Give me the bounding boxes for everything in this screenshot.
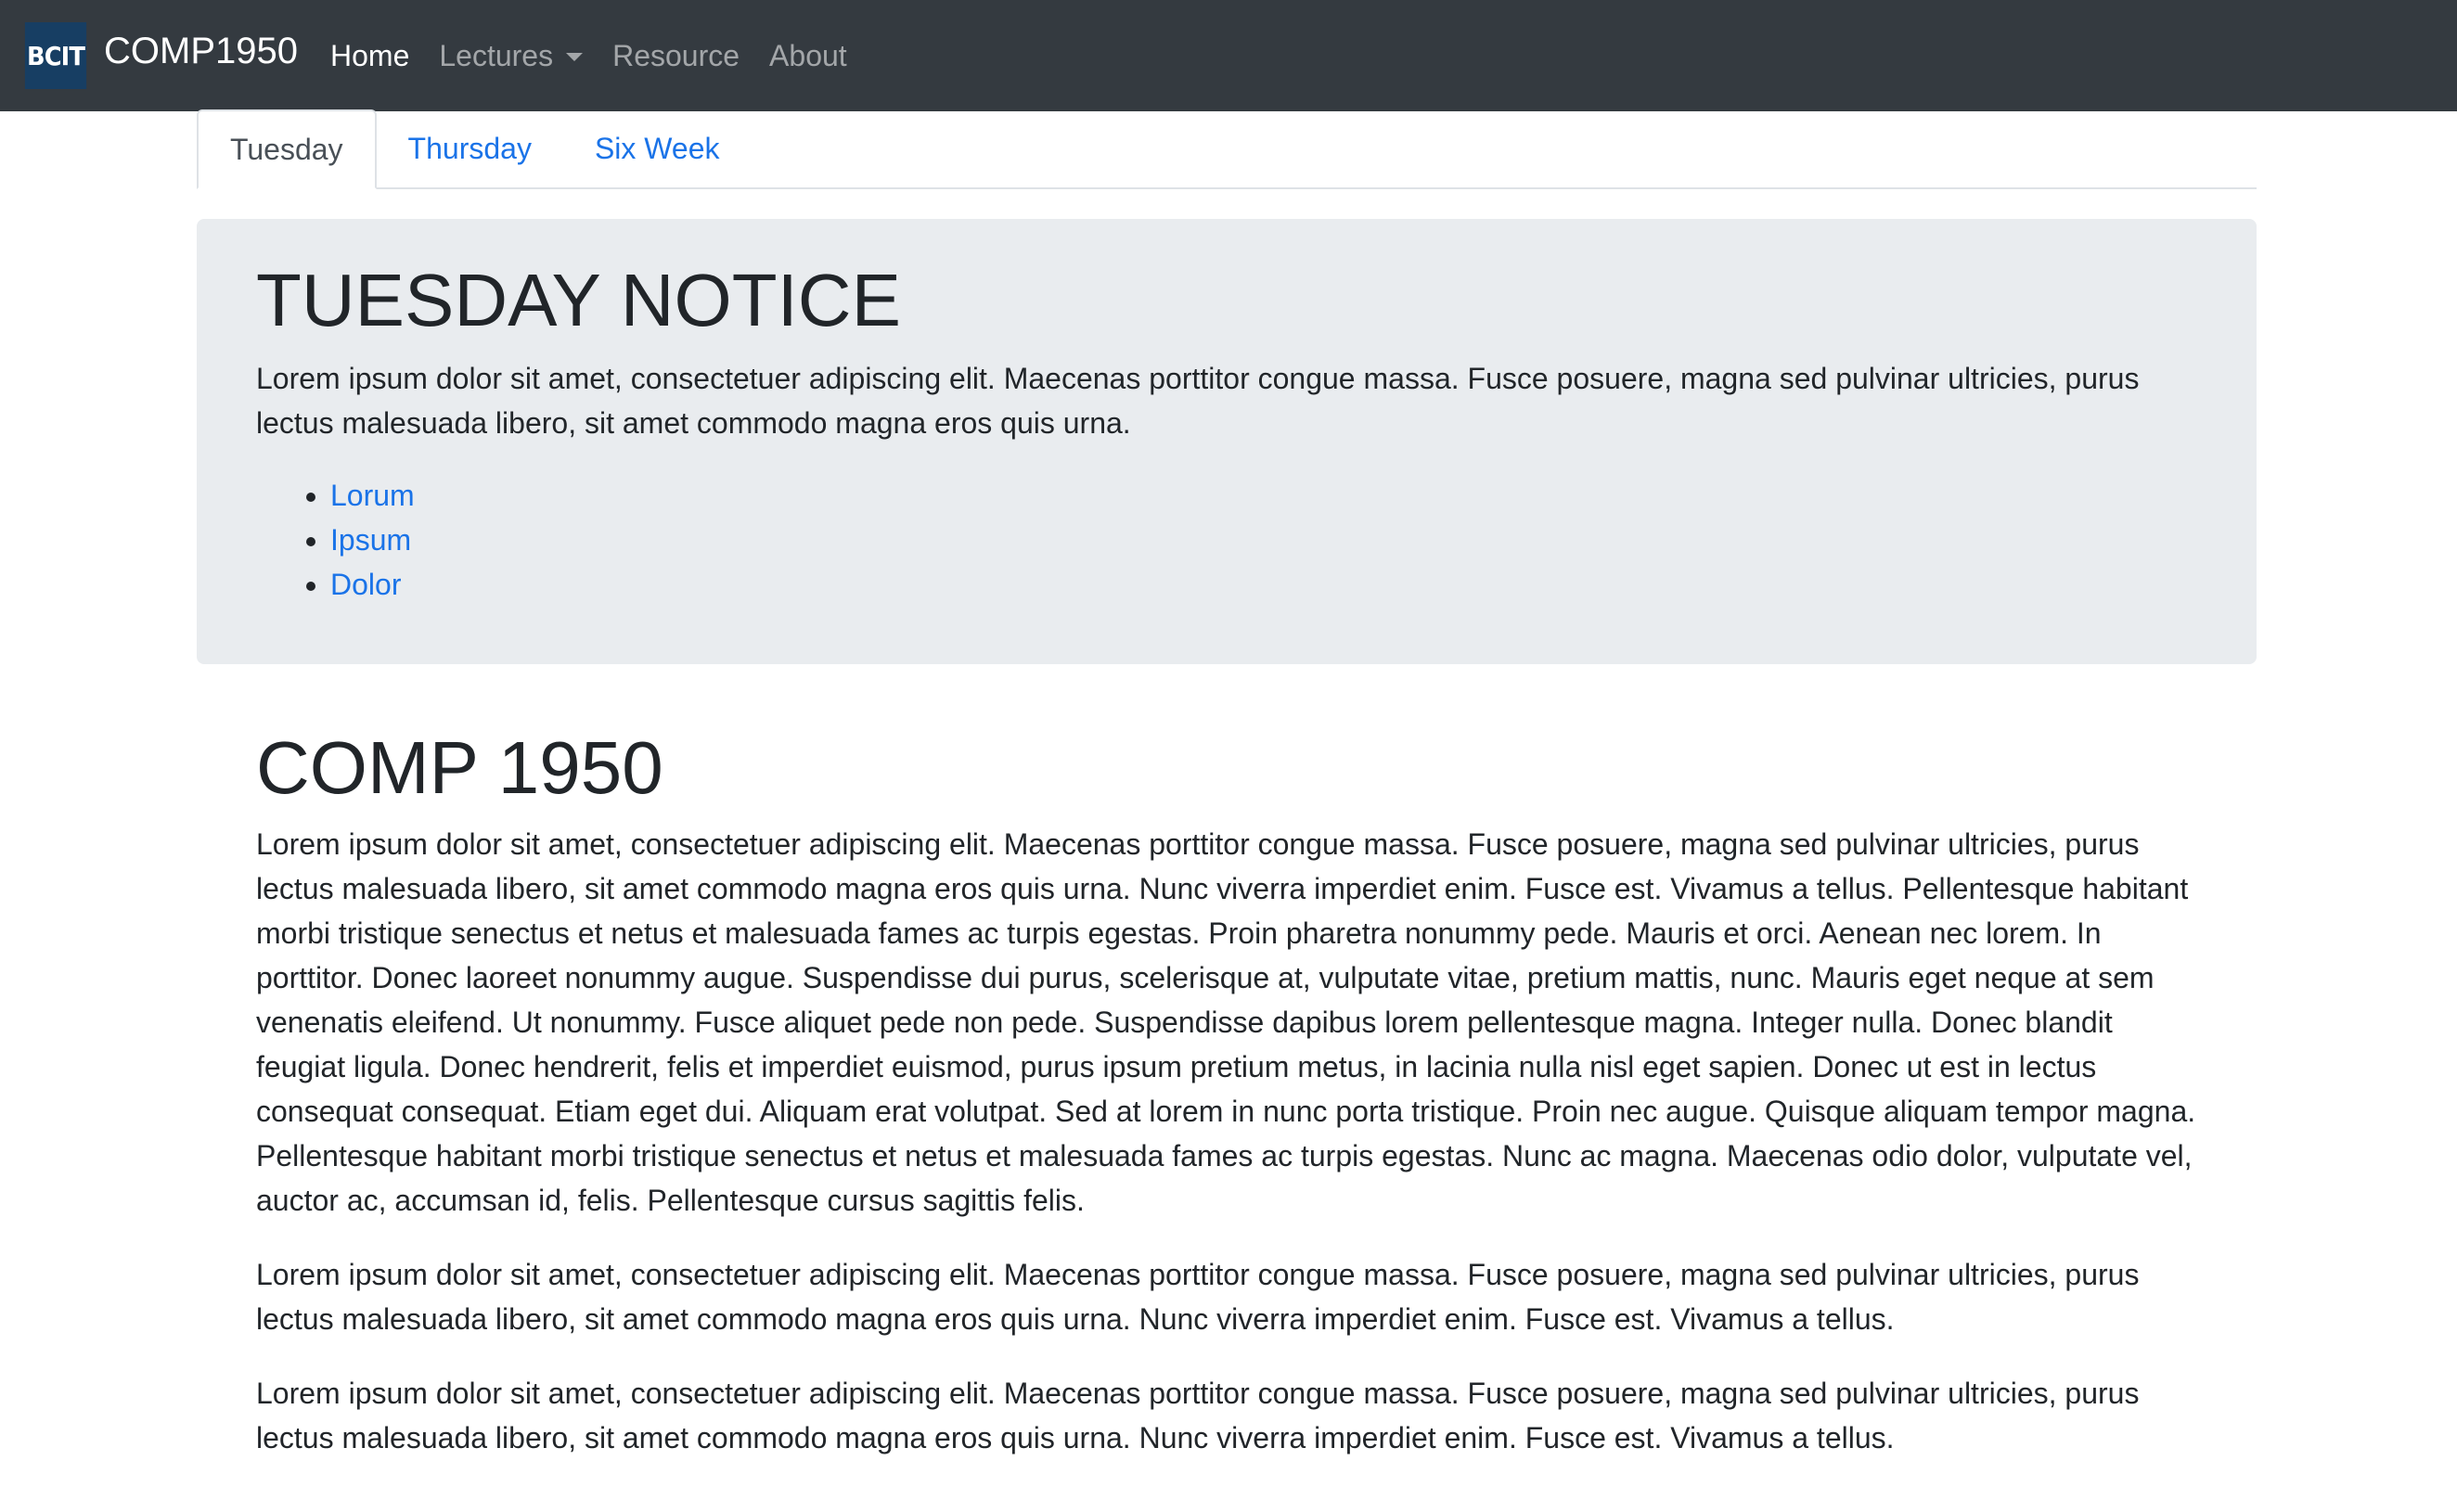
nav-link-label: Lectures	[439, 39, 554, 72]
nav-dropdown-lectures[interactable]: Lectures	[439, 33, 584, 78]
list-item: Dolor	[330, 562, 2197, 607]
notice-link-dolor[interactable]: Dolor	[330, 568, 401, 601]
nav-link-label: About	[769, 39, 847, 72]
tab-six-week[interactable]: Six Week	[563, 109, 752, 187]
body-paragraph-1: Lorem ipsum dolor sit amet, consectetuer…	[256, 827, 2196, 1217]
notice-link-ipsum[interactable]: Ipsum	[330, 523, 411, 557]
notice-text: Lorem ipsum dolor sit amet, consectetuer…	[256, 362, 2140, 440]
notice-link-list: Lorum Ipsum Dolor	[256, 473, 2197, 607]
notice-link-lorum[interactable]: Lorum	[330, 479, 415, 512]
nav-link-resource[interactable]: Resource	[612, 33, 740, 78]
notice-title: TUESDAY NOTICE	[256, 259, 901, 341]
tab-tuesday[interactable]: Tuesday	[197, 109, 377, 189]
nav-link-home[interactable]: Home	[330, 33, 409, 78]
tuesday-notice-panel: TUESDAY NOTICE Lorem ipsum dolor sit ame…	[197, 219, 2257, 664]
nav-link-label: Home	[330, 39, 410, 72]
list-item: Lorum	[330, 473, 2197, 518]
tab-thursday[interactable]: Thursday	[377, 109, 563, 187]
nav-link-label: Resource	[612, 39, 740, 72]
top-navbar: BCIT COMP1950 Home Lectures Resource Abo…	[0, 0, 2457, 111]
nav-link-about[interactable]: About	[769, 33, 847, 78]
list-item: Ipsum	[330, 518, 2197, 562]
body-paragraph-2: Lorem ipsum dolor sit amet, consectetuer…	[256, 1258, 2140, 1336]
page-title: COMP 1950	[256, 726, 663, 809]
caret-down-icon	[566, 52, 584, 61]
brand-title[interactable]: COMP1950	[104, 26, 298, 76]
main-content: COMP 1950 Lorem ipsum dolor sit amet, co…	[256, 720, 2205, 1490]
day-tabs: Tuesday Thursday Six Week	[197, 109, 2257, 189]
bcit-logo[interactable]: BCIT	[24, 22, 87, 89]
nav-menu: Home Lectures Resource About	[330, 33, 877, 78]
body-paragraph-3: Lorem ipsum dolor sit amet, consectetuer…	[256, 1377, 2140, 1454]
